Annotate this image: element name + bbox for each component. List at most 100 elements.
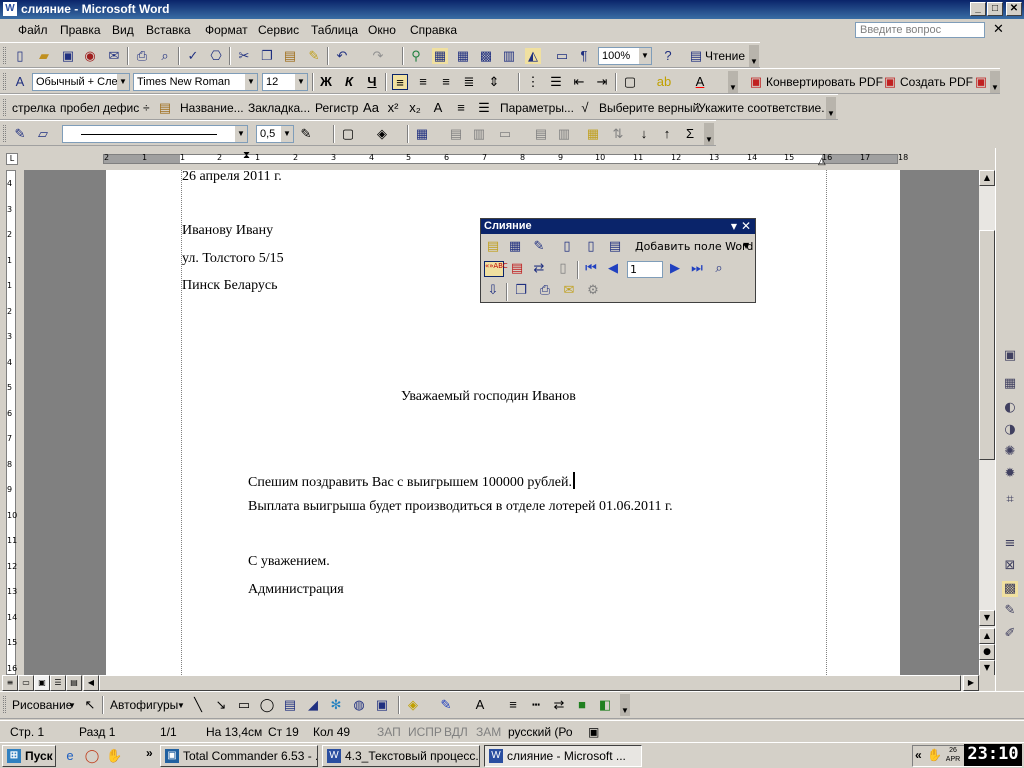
line-icon[interactable]: ╲ bbox=[190, 697, 206, 713]
open-data-source-icon[interactable]: ▦ bbox=[507, 239, 523, 255]
pdf-options-icon[interactable]: ▣ bbox=[973, 74, 989, 90]
close-icon[interactable]: ✕ bbox=[741, 219, 751, 233]
research-icon[interactable]: ⎔ bbox=[208, 48, 224, 64]
main-document-setup-icon[interactable]: ▤ bbox=[485, 239, 501, 255]
styles-icon[interactable]: A bbox=[12, 74, 28, 90]
toolbar-grip[interactable] bbox=[3, 73, 6, 90]
previous-record-icon[interactable]: ◀ bbox=[605, 261, 621, 277]
oval-icon[interactable]: ◯ bbox=[259, 697, 275, 713]
split-cells-icon[interactable]: ▥ bbox=[471, 126, 487, 142]
quicklaunch-more[interactable]: » bbox=[146, 746, 153, 760]
fill-color-icon[interactable]: ◈ bbox=[405, 697, 421, 713]
macro-case[interactable]: Регистр bbox=[315, 101, 358, 115]
task-text-processor[interactable]: W 4.3_Текстовый процесс... bbox=[322, 745, 480, 767]
wordart-icon[interactable]: ◢ bbox=[305, 697, 321, 713]
font-size-combo[interactable]: 12 ▼ bbox=[262, 73, 308, 91]
normal-view-icon[interactable]: ≡ bbox=[2, 675, 18, 691]
sort-desc-icon[interactable]: ↑ bbox=[659, 126, 675, 142]
tables-borders-icon[interactable]: ▦ bbox=[432, 48, 448, 64]
vertical-scrollbar[interactable]: ▲ ▼ ▲ ● ▼ bbox=[979, 170, 995, 676]
macro-space[interactable]: пробел bbox=[60, 101, 100, 115]
status-trk[interactable]: ИСПР bbox=[408, 725, 442, 739]
first-record-icon[interactable]: ⏮ bbox=[583, 261, 599, 277]
merge-cells-icon[interactable]: ▤ bbox=[448, 126, 464, 142]
toolbar-options-icon[interactable]: ▼ bbox=[704, 123, 714, 145]
align-center-icon[interactable]: ≡ bbox=[415, 74, 431, 90]
eraser-icon[interactable]: ▱ bbox=[35, 126, 51, 142]
outside-border-icon[interactable]: ▢ bbox=[340, 126, 356, 142]
menu-table[interactable]: Таблица bbox=[311, 23, 358, 37]
macro-match[interactable]: Укажите соответствие. bbox=[698, 101, 825, 115]
show-hide-icon[interactable]: ¶ bbox=[576, 48, 592, 64]
draw-table-icon[interactable]: ✎ bbox=[12, 126, 28, 142]
toolbar-grip[interactable] bbox=[3, 125, 6, 142]
indent-marker-icon[interactable]: ⧗ bbox=[243, 150, 250, 161]
right-indent-icon[interactable]: △ bbox=[818, 156, 826, 167]
menu-edit[interactable]: Правка bbox=[60, 23, 101, 37]
format-picture-icon[interactable]: ✎ bbox=[1002, 603, 1018, 619]
vertical-ruler[interactable]: 4 3 2 1 1 2 3 4 5 6 7 8 9 10 11 12 13 14 15 16 bbox=[0, 170, 24, 675]
italic-button[interactable]: К bbox=[341, 74, 357, 90]
autoshapes-button[interactable]: Автофигуры bbox=[110, 698, 178, 712]
macro-choose[interactable]: Выберите верный bbox=[599, 101, 699, 115]
web-view-icon[interactable]: ▭ bbox=[18, 675, 34, 691]
bullets-icon[interactable]: ☰ bbox=[548, 74, 564, 90]
pdf-convert-icon[interactable]: ▣ bbox=[748, 74, 764, 90]
paragraph-icon[interactable]: ≡ bbox=[453, 100, 469, 116]
start-button[interactable]: ⊞ Пуск bbox=[2, 745, 56, 767]
save-icon[interactable]: ▣ bbox=[60, 48, 76, 64]
chevron-down-icon[interactable]: ▼ bbox=[281, 126, 293, 142]
scroll-down-icon[interactable]: ▼ bbox=[979, 610, 995, 626]
puntoswitcher-icon[interactable]: ✋ bbox=[106, 748, 122, 764]
font-color-icon[interactable]: A bbox=[692, 74, 708, 90]
style-combo[interactable]: Обычный + Сле ▼ bbox=[32, 73, 130, 91]
print-icon[interactable]: ⎙ bbox=[134, 48, 150, 64]
line-style-combo[interactable]: ▼ bbox=[62, 125, 248, 143]
macro-bookmark[interactable]: Закладка... bbox=[248, 101, 310, 115]
read-icon[interactable]: ▤ bbox=[688, 48, 704, 64]
toolbar-options-icon[interactable]: ▼ bbox=[731, 219, 737, 234]
check-errors-icon[interactable]: ⇩ bbox=[485, 283, 501, 299]
minimize-button[interactable]: _ bbox=[970, 2, 986, 16]
border-color-icon[interactable]: ✎ bbox=[298, 126, 314, 142]
line-spacing-icon[interactable]: ⇕ bbox=[486, 74, 502, 90]
add-word-field-button[interactable]: Добавить поле Word bbox=[635, 240, 753, 253]
shadow-icon[interactable]: ■ bbox=[574, 697, 590, 713]
merge-to-email-icon[interactable]: ✉ bbox=[561, 283, 577, 299]
contrast-down-icon[interactable]: ◑ bbox=[1002, 422, 1018, 438]
menu-file[interactable]: Файл bbox=[18, 23, 48, 37]
chevron-down-icon[interactable]: ▼ bbox=[117, 74, 129, 90]
horizontal-ruler[interactable]: L 2 1 1 2 1 2 3 4 5 6 7 8 9 10 11 12 13 14 15 16 17 18 ⧗ △ bbox=[0, 148, 1024, 170]
bold-button[interactable]: Ж bbox=[318, 74, 334, 90]
propagate-labels-icon[interactable]: ▯ bbox=[555, 261, 571, 277]
formula-icon[interactable]: √ bbox=[577, 100, 593, 116]
insert-table-icon[interactable]: ▦ bbox=[414, 126, 430, 142]
macro-hyphen[interactable]: дефис bbox=[103, 101, 139, 115]
merge-to-printer-icon[interactable]: ⎙ bbox=[537, 283, 553, 299]
text-wrap-icon[interactable]: ▩ bbox=[1002, 581, 1018, 597]
maximize-button[interactable]: □ bbox=[987, 2, 1003, 16]
convert-pdf-button[interactable]: Конвертировать PDF bbox=[766, 75, 883, 89]
find-entry-icon[interactable]: ⌕ bbox=[711, 261, 727, 277]
ask-question-input[interactable]: Введите вопрос bbox=[855, 22, 985, 38]
copy-icon[interactable]: ❐ bbox=[259, 48, 275, 64]
3d-icon[interactable]: ◧ bbox=[597, 697, 613, 713]
arrow-style-icon[interactable]: ⇄ bbox=[551, 697, 567, 713]
macro-caption[interactable]: Название... bbox=[180, 101, 244, 115]
cut-icon[interactable]: ✂ bbox=[236, 48, 252, 64]
menu-insert[interactable]: Вставка bbox=[146, 23, 191, 37]
redo-icon[interactable]: ↷ bbox=[370, 48, 386, 64]
numbering-icon[interactable]: ⋮ bbox=[525, 74, 541, 90]
status-language[interactable]: русский (Ро bbox=[508, 725, 573, 739]
drawing-icon[interactable]: ◭ bbox=[525, 48, 541, 64]
brightness-up-icon[interactable]: ✺ bbox=[1002, 444, 1018, 460]
toolbar-options-icon[interactable]: ▼ bbox=[620, 694, 630, 716]
paste-icon[interactable]: ▤ bbox=[282, 48, 298, 64]
brightness-down-icon[interactable]: ✹ bbox=[1002, 466, 1018, 482]
highlight-icon[interactable]: ab bbox=[656, 74, 672, 90]
print-layout-icon[interactable]: ▣ bbox=[34, 675, 50, 691]
menu-format[interactable]: Формат bbox=[205, 23, 248, 37]
superscript-icon[interactable]: x² bbox=[385, 100, 401, 116]
compress-icon[interactable]: ⊠ bbox=[1002, 558, 1018, 574]
next-page-icon[interactable]: ▼ bbox=[979, 660, 995, 676]
